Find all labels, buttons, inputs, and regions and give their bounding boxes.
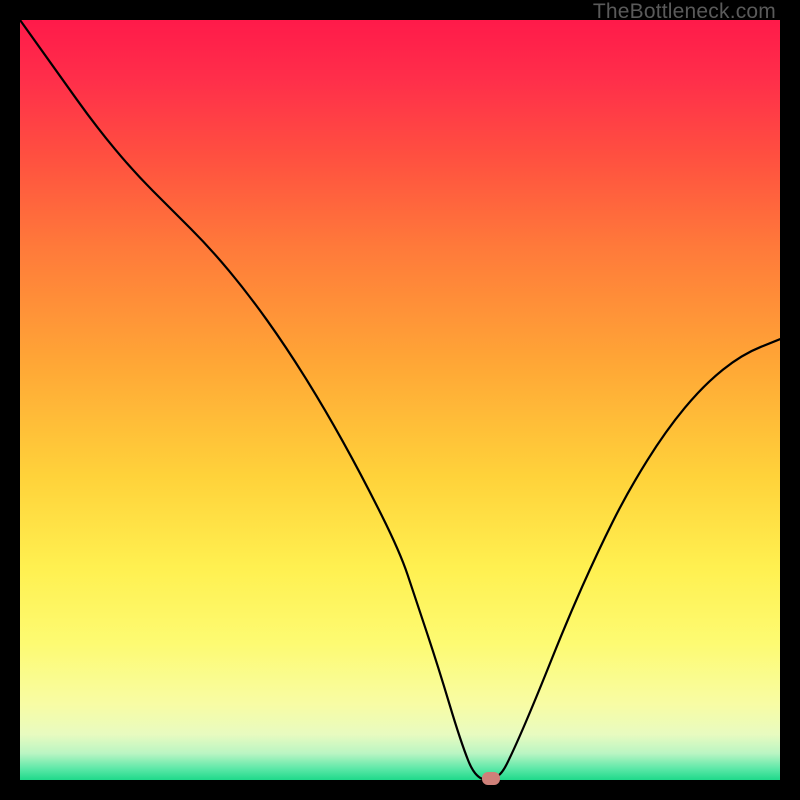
chart-background [20, 20, 780, 780]
watermark-text: TheBottleneck.com [593, 0, 776, 24]
bottleneck-chart [20, 20, 780, 780]
optimal-marker [482, 772, 500, 785]
